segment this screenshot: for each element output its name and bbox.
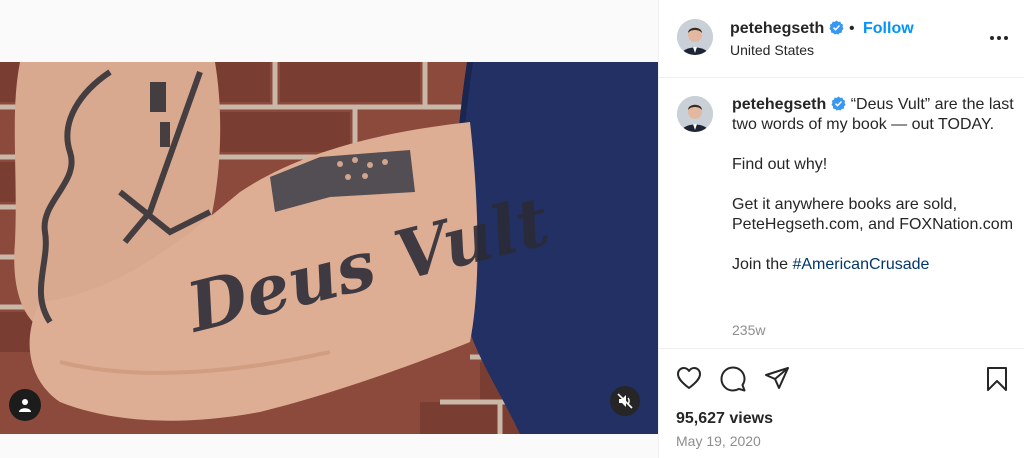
avatar[interactable] <box>677 19 713 55</box>
caption-paragraph-1: petehegseth “Deus Vult” are the last two… <box>732 95 1017 135</box>
caption-age[interactable]: 235w <box>732 322 765 338</box>
location-link[interactable]: United States <box>730 42 814 58</box>
post-side-panel: petehegseth • Follow United States peteh… <box>658 0 1024 458</box>
more-options-icon[interactable] <box>989 28 1009 48</box>
media-letterbox-bottom <box>0 434 658 458</box>
hashtag-link[interactable]: #AmericanCrusade <box>792 256 929 273</box>
username-text[interactable]: petehegseth <box>730 20 824 37</box>
post-caption: petehegseth “Deus Vult” are the last two… <box>732 95 1017 275</box>
muted-speaker-icon[interactable] <box>610 386 640 416</box>
username-link[interactable]: petehegseth <box>730 20 844 38</box>
user-tag-icon[interactable] <box>9 389 41 421</box>
caption-paragraph-4: Join the #AmericanCrusade <box>732 255 1017 275</box>
post-media: Deus Vult <box>0 0 658 458</box>
verified-badge-icon <box>831 96 846 111</box>
caption-username[interactable]: petehegseth <box>732 96 826 113</box>
instagram-post: Deus Vult petehegseth • Follow United St… <box>0 0 1024 458</box>
share-icon[interactable] <box>764 366 790 390</box>
post-header: petehegseth • Follow United States <box>659 0 1024 78</box>
caption-text-2: Find out why! <box>732 156 828 173</box>
caption-text-4: Join the <box>732 256 793 273</box>
media-letterbox-top <box>0 0 658 62</box>
caption-text-3: Get it anywhere books are sold, PeteHegs… <box>732 196 1014 233</box>
view-count[interactable]: 95,627 views <box>676 410 773 428</box>
post-date[interactable]: May 19, 2020 <box>676 433 761 449</box>
heart-icon[interactable] <box>676 366 702 390</box>
comment-icon[interactable] <box>720 366 746 392</box>
follow-button[interactable]: Follow <box>863 20 914 38</box>
caption-avatar[interactable] <box>677 96 713 132</box>
action-bar: 95,627 views May 19, 2020 <box>659 348 1024 458</box>
bookmark-icon[interactable] <box>986 366 1008 392</box>
separator-dot: • <box>849 20 855 37</box>
post-video[interactable]: Deus Vult <box>0 62 658 434</box>
verified-badge-icon <box>829 20 844 35</box>
